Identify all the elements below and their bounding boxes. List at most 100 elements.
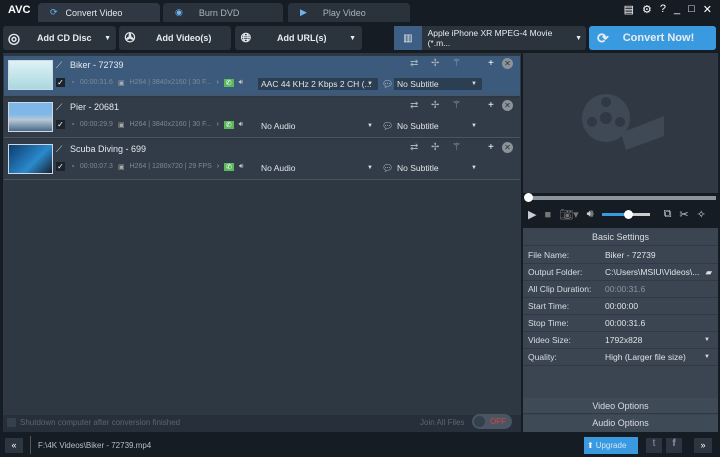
upgrade-button[interactable]: ⬆ Upgrade	[584, 437, 638, 454]
clock-icon: ◔	[70, 78, 75, 87]
duration: 00:00:29.9	[79, 121, 113, 128]
play-icon[interactable]: ▶	[528, 208, 536, 221]
collapse-left-button[interactable]: «	[5, 438, 23, 453]
effects-icon[interactable]: ✢	[431, 100, 439, 111]
facebook-icon[interactable]: f	[666, 438, 682, 453]
file-checkbox[interactable]: ✓	[56, 162, 65, 171]
magic-wand-icon[interactable]: ⚚	[452, 100, 461, 111]
chevron-down-icon[interactable]: ▼	[704, 337, 710, 343]
preview-area	[523, 53, 718, 193]
output-profile-select[interactable]: ▥ Apple iPhone XR MPEG-4 Movie (*.m... ▼	[394, 26, 586, 50]
effects-icon[interactable]: ✢	[431, 58, 439, 69]
magic-wand-icon[interactable]: ⚚	[452, 58, 461, 69]
volume-icon[interactable]: 🔊︎	[587, 208, 594, 221]
audio-track-icon[interactable]: ✆	[223, 78, 234, 87]
add-icon[interactable]: +	[488, 58, 494, 69]
minimize-icon[interactable]: _	[674, 3, 680, 16]
add-urls-button[interactable]: 🌐︎ Add URL(s) ▼	[235, 26, 362, 50]
chevron-down-icon[interactable]: ▼	[704, 354, 710, 360]
effects-icon[interactable]: ✢	[431, 142, 439, 153]
seek-handle[interactable]	[524, 193, 533, 202]
setting-value[interactable]: C:\Users\MSIU\Videos\...	[600, 267, 699, 277]
volume-slider[interactable]	[601, 210, 650, 219]
edit-name-icon[interactable]: ⟋	[56, 144, 62, 155]
add-icon[interactable]: +	[488, 100, 494, 111]
setting-label: File Name:	[528, 250, 570, 260]
video-options-button[interactable]: Video Options	[523, 398, 718, 414]
audio-track-icon[interactable]: ✆	[223, 120, 234, 129]
tab-convert-video[interactable]: ⟳ Convert Video	[38, 3, 160, 22]
subtitle-select[interactable]: No Subtitle ▼	[394, 162, 482, 174]
play-circle-icon: ▶	[300, 7, 307, 17]
convert-settings-icon[interactable]: ⇄	[410, 100, 418, 111]
maximize-icon[interactable]: □	[688, 3, 695, 16]
chevron-right-icon[interactable]: ›	[217, 163, 219, 170]
gear-icon[interactable]: ⚙	[642, 3, 652, 16]
seek-bar[interactable]	[526, 196, 716, 200]
tab-play-video[interactable]: ▶ Play Video	[288, 3, 410, 22]
setting-label: Stop Time:	[528, 318, 569, 328]
remove-icon[interactable]: ✕	[502, 58, 513, 69]
audio-track-select[interactable]: No Audio ▼	[258, 120, 378, 132]
file-checkbox[interactable]: ✓	[56, 78, 65, 87]
file-row[interactable]: ⟋ Scuba Diving - 699 ✓ ◔ 00:00:07.3 ▣ H264 |…	[4, 140, 520, 180]
convert-settings-icon[interactable]: ⇄	[410, 58, 418, 69]
edit-name-icon[interactable]: ⟋	[56, 60, 62, 71]
file-row[interactable]: ⟋ Biker - 72739 ✓ ◔ 00:00:31.6 ▣ H264 | 3840…	[4, 56, 520, 96]
volume-icon: 🔊︎	[238, 78, 244, 86]
add-icon[interactable]: +	[488, 142, 494, 153]
setting-value[interactable]: 00:00:00	[600, 301, 638, 311]
add-videos-button[interactable]: ✇ Add Video(s)	[119, 26, 231, 50]
setting-value[interactable]: 1792x828	[600, 335, 642, 345]
chevron-right-icon[interactable]: ›	[216, 121, 218, 128]
video-thumbnail[interactable]	[8, 102, 53, 132]
chevron-down-icon: ▼	[367, 123, 373, 129]
join-toggle[interactable]: OFF	[472, 414, 512, 429]
tab-burn-dvd[interactable]: ◉ Burn DVD	[163, 3, 283, 22]
tab-label: Convert Video	[65, 7, 123, 18]
camera-icon[interactable]: 📷︎▾	[559, 208, 579, 221]
stop-icon[interactable]: ■	[544, 209, 551, 221]
remove-icon[interactable]: ✕	[502, 100, 513, 111]
settings-row[interactable]: Video Size: 1792x828 ▼	[523, 332, 718, 349]
log-icon[interactable]: ▤	[624, 3, 634, 16]
folder-icon[interactable]: ▰	[705, 267, 712, 278]
shutdown-checkbox[interactable]	[7, 418, 16, 427]
effects-wand-icon[interactable]: ✧	[697, 208, 706, 221]
chevron-down-icon: ▼	[575, 34, 582, 42]
file-checkbox[interactable]: ✓	[56, 120, 65, 129]
audio-track-select[interactable]: AAC 44 KHz 2 Kbps 2 CH (... ▼	[258, 78, 378, 90]
settings-row: All Clip Duration: 00:00:31.6	[523, 281, 718, 298]
remove-icon[interactable]: ✕	[502, 142, 513, 153]
audio-track-icon[interactable]: ✆	[224, 162, 235, 171]
convert-now-button[interactable]: ⟳ Convert Now!	[589, 26, 716, 50]
setting-value[interactable]: High (Larger file size)	[600, 352, 686, 362]
convert-settings-icon[interactable]: ⇄	[410, 142, 418, 153]
audio-track-select[interactable]: No Audio ▼	[258, 162, 378, 174]
settings-row[interactable]: Output Folder: C:\Users\MSIU\Videos\... ▰	[523, 264, 718, 281]
setting-value[interactable]: Biker - 72739	[600, 250, 656, 260]
magic-wand-icon[interactable]: ⚚	[452, 142, 461, 153]
help-icon[interactable]: ?	[660, 3, 666, 16]
edit-name-icon[interactable]: ⟋	[56, 102, 62, 113]
chevron-down-icon[interactable]: ▼	[104, 35, 111, 42]
audio-options-button[interactable]: Audio Options	[523, 415, 718, 432]
expand-right-button[interactable]: »	[694, 438, 712, 453]
video-thumbnail[interactable]	[8, 60, 53, 90]
setting-value[interactable]: 00:00:31.6	[600, 318, 645, 328]
scissors-icon[interactable]: ✂	[679, 208, 688, 221]
file-row[interactable]: ⟋ Pier - 20681 ✓ ◔ 00:00:29.9 ▣ H264 | 3840x…	[4, 98, 520, 138]
close-icon[interactable]: ✕	[703, 3, 712, 16]
subtitle-select[interactable]: No Subtitle ▼	[394, 120, 482, 132]
file-name: Pier - 20681	[70, 102, 120, 112]
merge-icon[interactable]: ⧉	[664, 208, 672, 221]
shutdown-label: Shutdown computer after conversion finis…	[20, 418, 181, 427]
chevron-right-icon[interactable]: ›	[216, 79, 218, 86]
chevron-down-icon[interactable]: ▼	[349, 35, 356, 42]
add-cd-disc-button[interactable]: ◎ Add CD Disc ▼	[3, 26, 116, 50]
subtitle-select[interactable]: No Subtitle ▼	[394, 78, 482, 90]
twitter-icon[interactable]: t	[646, 438, 662, 453]
video-thumbnail[interactable]	[8, 144, 53, 174]
settings-row[interactable]: Quality: High (Larger file size) ▼	[523, 349, 718, 366]
video-info: H264 | 1280x720 | 29 FPS	[129, 163, 212, 170]
